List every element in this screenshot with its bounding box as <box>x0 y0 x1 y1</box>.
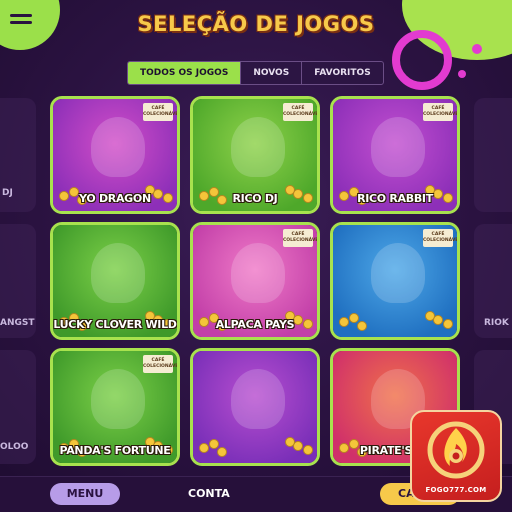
game-mascot <box>91 243 145 303</box>
coin-pile <box>193 437 317 463</box>
game-card[interactable]: LUCKY CLOVER WILD <box>50 222 180 340</box>
game-card[interactable] <box>190 348 320 466</box>
decor-dot <box>458 70 466 78</box>
game-card-title: LUCKY CLOVER WILD <box>53 318 177 331</box>
game-card-title: YO DRAGON <box>79 192 151 205</box>
ghost-card-label: DJ <box>2 188 13 198</box>
coin-icon <box>303 445 313 455</box>
game-card-title: PANDA'S FORTUNE <box>59 444 171 457</box>
ghost-card-label: RIOK <box>484 318 509 328</box>
ghost-card-label: ANGST <box>0 318 35 328</box>
game-card[interactable]: CAFÉ COLECIONÁVEL YO DRAGON <box>50 96 180 214</box>
coin-pile <box>333 311 457 337</box>
game-card-title: RICO DJ <box>232 192 278 205</box>
game-card-title: ALPACA PAYS <box>215 318 295 331</box>
game-card[interactable]: CAFÉ COLECIONÁVEL PANDA'S FORTUNE <box>50 348 180 466</box>
game-card-title: RICO RABBIT <box>357 192 433 205</box>
game-mascot <box>231 243 285 303</box>
tab-favoritos[interactable]: FAVORITOS <box>302 62 382 84</box>
game-card[interactable]: CAFÉ COLECIONÁVEL <box>330 222 460 340</box>
game-mascot <box>91 369 145 429</box>
coin-icon <box>425 311 435 321</box>
coin-icon <box>217 447 227 457</box>
coin-icon <box>443 319 453 329</box>
collectible-badge: CAFÉ COLECIONÁVEL <box>423 229 457 247</box>
decor-dot <box>472 44 482 54</box>
collectible-badge: CAFÉ COLECIONÁVEL <box>283 229 317 247</box>
game-mascot <box>231 369 285 429</box>
collectible-badge: CAFÉ COLECIONÁVEL <box>283 103 317 121</box>
game-mascot <box>231 117 285 177</box>
account-button[interactable]: CONTA <box>188 483 230 505</box>
brand-logo: FOGO777.COM <box>410 410 502 502</box>
logo-text: FOGO777.COM <box>425 486 487 494</box>
coin-icon <box>339 317 349 327</box>
game-mascot <box>371 117 425 177</box>
game-mascot <box>91 117 145 177</box>
coin-icon <box>357 321 367 331</box>
tab-novos[interactable]: NOVOS <box>241 62 303 84</box>
game-card[interactable]: CAFÉ COLECIONÁVEL ALPACA PAYS <box>190 222 320 340</box>
game-card[interactable]: CAFÉ COLECIONÁVEL RICO RABBIT <box>330 96 460 214</box>
ghost-card-label: OLOO <box>0 442 29 452</box>
page-title: SELEÇÃO DE JOGOS <box>137 12 375 36</box>
collectible-badge: CAFÉ COLECIONÁVEL <box>143 103 177 121</box>
coin-icon <box>285 437 295 447</box>
filter-tabs: TODOS OS JOGOS NOVOS FAVORITOS <box>127 61 384 85</box>
collectible-badge: CAFÉ COLECIONÁVEL <box>143 355 177 373</box>
coin-icon <box>199 443 209 453</box>
game-selection-screen: SELEÇÃO DE JOGOS TODOS OS JOGOS NOVOS FA… <box>0 0 512 512</box>
tab-todos-os-jogos[interactable]: TODOS OS JOGOS <box>128 62 242 84</box>
decor-ring <box>392 30 452 90</box>
menu-button[interactable]: MENU <box>50 483 120 505</box>
game-mascot <box>371 243 425 303</box>
game-card[interactable]: CAFÉ COLECIONÁVEL RICO DJ <box>190 96 320 214</box>
ghost-card-right[interactable] <box>474 98 512 212</box>
collectible-badge: CAFÉ COLECIONÁVEL <box>423 103 457 121</box>
